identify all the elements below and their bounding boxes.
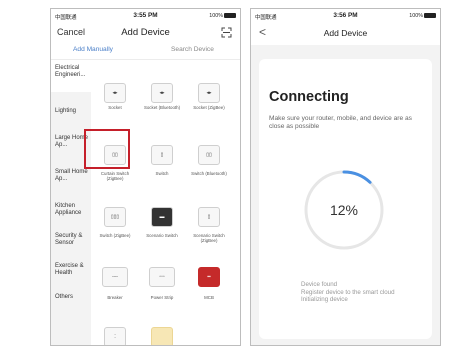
device-switch-bluetooth[interactable]: Switch (Bluetooth) xyxy=(187,169,231,176)
device-label: Socket (Bluetooth) xyxy=(143,105,181,110)
status-bar: 中国联通 3:55 PM 100% xyxy=(51,9,240,23)
category-small-home-appliances[interactable]: Small Home Ap... xyxy=(55,169,91,184)
socket-icon: ◂▸ xyxy=(151,83,173,103)
connecting-title: Connecting xyxy=(269,89,349,105)
device-label: Scenario Switch xyxy=(146,233,178,238)
device-switch-zigbee[interactable]: Switch (ZigBee) xyxy=(93,231,137,238)
progress-percent: 12% xyxy=(330,202,358,218)
device-mcb[interactable]: ▪▪ xyxy=(187,267,231,287)
device-socket-zigbee[interactable]: ◂▸ Socket (ZigBee) xyxy=(187,83,231,110)
device-switch[interactable]: Switch xyxy=(140,169,184,176)
phone-screen-connecting: 中国联通 3:56 PM 100% < Add Device Connectin… xyxy=(250,8,441,346)
device-scene-switch[interactable]: ▬ xyxy=(140,207,184,227)
category-lighting[interactable]: Lighting xyxy=(55,108,91,115)
selection-highlight xyxy=(84,129,130,169)
device-label: Socket xyxy=(108,105,122,110)
device-socket[interactable]: ◂▸ Socket xyxy=(93,83,137,110)
step-initializing: Initializing device xyxy=(301,296,348,304)
phone-screen-add-device: 中国联通 3:55 PM 100% Cancel Add Device Add … xyxy=(50,8,241,346)
progress-ring: 12% xyxy=(304,170,384,250)
connection-steps: Device found Register device to the smar… xyxy=(301,281,395,304)
battery-status: 100% xyxy=(209,13,236,19)
device-breaker[interactable]: Breaker xyxy=(93,293,137,300)
category-kitchen-appliance[interactable]: Kitchen Appliance xyxy=(55,203,91,218)
category-electrical-engineering[interactable]: Electrical Engineeri... xyxy=(51,61,91,92)
device-mcb[interactable]: MCB xyxy=(187,293,231,300)
battery-percent: 100% xyxy=(409,13,423,19)
device-breaker[interactable]: ·─· xyxy=(93,267,137,287)
connecting-card: Connecting Make sure your router, mobile… xyxy=(259,59,432,339)
device-switch[interactable]: ▯▯▯ xyxy=(93,207,137,227)
device-catalog: Electrical Engineeri... Lighting Large H… xyxy=(51,61,240,345)
device-label: MCB xyxy=(204,295,214,300)
device-socket-bluetooth[interactable]: ◂▸ Socket (Bluetooth) xyxy=(140,83,184,110)
device-label: Power Strip xyxy=(150,295,174,300)
switch-icon: ▯▯▯ xyxy=(104,207,126,227)
switch-icon: ▯▯ xyxy=(198,145,220,165)
switch-icon: ▯ xyxy=(151,145,173,165)
tab-search-device[interactable]: Search Device xyxy=(171,46,214,53)
socket-icon: ⁚ xyxy=(104,327,126,345)
device-switch[interactable]: ▯ xyxy=(140,145,184,165)
scan-icon[interactable] xyxy=(221,27,232,38)
device-socket[interactable]: ⁚ xyxy=(93,327,137,345)
device-power-strip[interactable]: Power Strip xyxy=(140,293,184,300)
device-label: Switch (ZigBee) xyxy=(99,233,131,238)
tab-bar: Add Manually Search Device xyxy=(51,43,240,60)
device-switch[interactable]: ▯▯ xyxy=(187,145,231,165)
mcb-icon: ▪▪ xyxy=(198,267,220,287)
battery-status: 100% xyxy=(409,13,436,19)
device-label: Switch xyxy=(155,171,169,176)
scene-switch-icon: ▬ xyxy=(151,207,173,227)
device-switch[interactable]: ▯ xyxy=(187,207,231,227)
battery-icon xyxy=(224,13,236,19)
page-title: Add Device xyxy=(323,28,368,38)
switch-icon: ▯ xyxy=(198,207,220,227)
device-power-strip[interactable]: ▫▫▫ xyxy=(140,267,184,287)
tab-add-manually[interactable]: Add Manually xyxy=(73,46,113,53)
breaker-icon: ·─· xyxy=(102,267,128,287)
lamp-icon xyxy=(151,327,173,345)
device-scenario-switch[interactable]: Scenario Switch xyxy=(140,231,184,238)
device-label: Socket (ZigBee) xyxy=(193,105,225,110)
nav-bar: Cancel Add Device xyxy=(51,23,240,43)
device-label: Switch (Bluetooth) xyxy=(191,171,227,176)
category-others[interactable]: Others xyxy=(55,294,91,301)
socket-icon: ◂▸ xyxy=(104,83,126,103)
device-label: Breaker xyxy=(107,295,123,300)
battery-percent: 100% xyxy=(209,13,223,19)
status-bar: 中国联通 3:56 PM 100% xyxy=(251,9,440,23)
category-security-sensor[interactable]: Security & Sensor xyxy=(55,233,91,248)
power-strip-icon: ▫▫▫ xyxy=(149,267,175,287)
device-label: Scenario Switch (ZigBee) xyxy=(193,233,225,244)
battery-icon xyxy=(424,13,436,19)
page-title: Add Device xyxy=(121,27,170,38)
device-label: Curtain Switch (ZigBee) xyxy=(100,171,130,182)
category-sidebar: Electrical Engineeri... Lighting Large H… xyxy=(51,61,91,345)
device-curtain-switch-zigbee[interactable]: Curtain Switch (ZigBee) xyxy=(93,169,137,182)
step-register-cloud: Register device to the smart cloud xyxy=(301,288,395,296)
socket-icon: ◂▸ xyxy=(198,83,220,103)
nav-bar: < Add Device xyxy=(251,23,440,45)
category-exercise-health[interactable]: Exercise & Health xyxy=(55,263,91,278)
connecting-description: Make sure your router, mobile, and devic… xyxy=(269,115,412,130)
step-device-found: Device found xyxy=(301,281,338,288)
device-lamp[interactable] xyxy=(140,327,184,345)
device-scenario-switch-zigbee[interactable]: Scenario Switch (ZigBee) xyxy=(187,231,231,244)
device-grid: ◂▸ Socket ◂▸ Socket (Bluetooth) ◂▸ Socket (… xyxy=(91,61,240,345)
